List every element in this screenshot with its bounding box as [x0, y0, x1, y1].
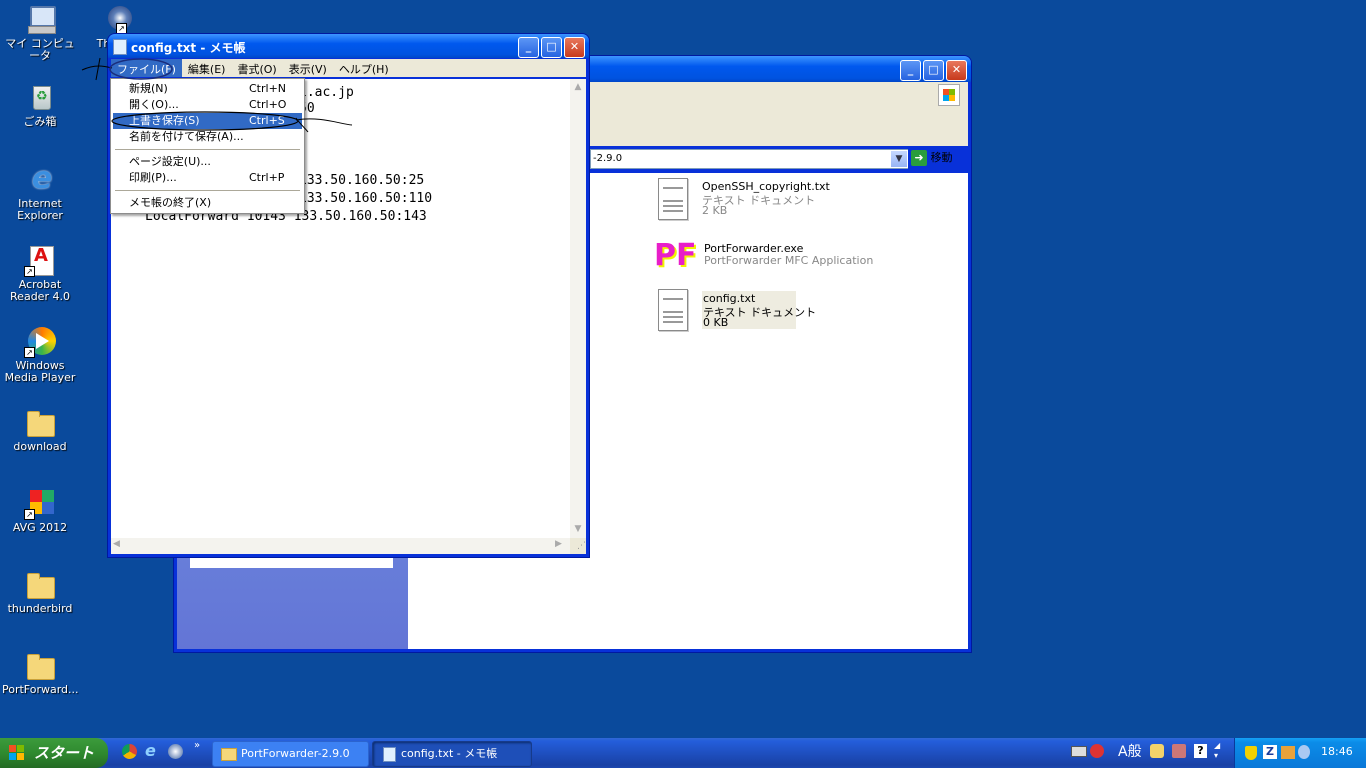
thunderbird-quicklaunch-icon[interactable] — [168, 744, 183, 759]
windows-flag-icon — [9, 745, 25, 761]
start-label: スタート — [34, 744, 95, 762]
ime-tools-icon[interactable] — [1172, 744, 1186, 758]
system-tray: Z 18:46 — [1234, 738, 1366, 768]
chrome-icon[interactable] — [122, 744, 137, 759]
language-bar-options-icon[interactable]: ◢ ▾ — [1214, 741, 1220, 761]
security-shield-icon[interactable] — [1245, 746, 1257, 760]
keyboard-icon[interactable] — [1071, 746, 1087, 757]
notepad-icon — [383, 747, 396, 762]
ime-icon[interactable] — [1090, 744, 1104, 758]
help-icon[interactable]: ? — [1194, 744, 1207, 758]
folder-icon — [221, 748, 237, 761]
taskbar-item-label: config.txt - メモ帳 — [401, 747, 498, 760]
volume-icon[interactable] — [1298, 745, 1310, 759]
pen-annotation — [81, 57, 353, 133]
zone-alarm-icon[interactable]: Z — [1263, 745, 1277, 759]
internet-explorer-quicklaunch-icon[interactable]: e — [145, 741, 156, 760]
ime-mode[interactable]: A般 — [1118, 741, 1142, 761]
taskbar-item-label: PortForwarder-2.9.0 — [241, 747, 350, 760]
taskbar-item-portforwarder[interactable]: PortForwarder-2.9.0 — [212, 741, 369, 767]
ime-pad-icon[interactable] — [1150, 744, 1164, 758]
clock[interactable]: 18:46 — [1321, 745, 1353, 758]
taskbar-item-notepad[interactable]: config.txt - メモ帳 — [372, 741, 532, 767]
network-icon[interactable] — [1281, 746, 1295, 759]
start-button[interactable]: スタート — [0, 738, 108, 768]
quicklaunch-chevron-icon[interactable]: » — [194, 740, 200, 751]
